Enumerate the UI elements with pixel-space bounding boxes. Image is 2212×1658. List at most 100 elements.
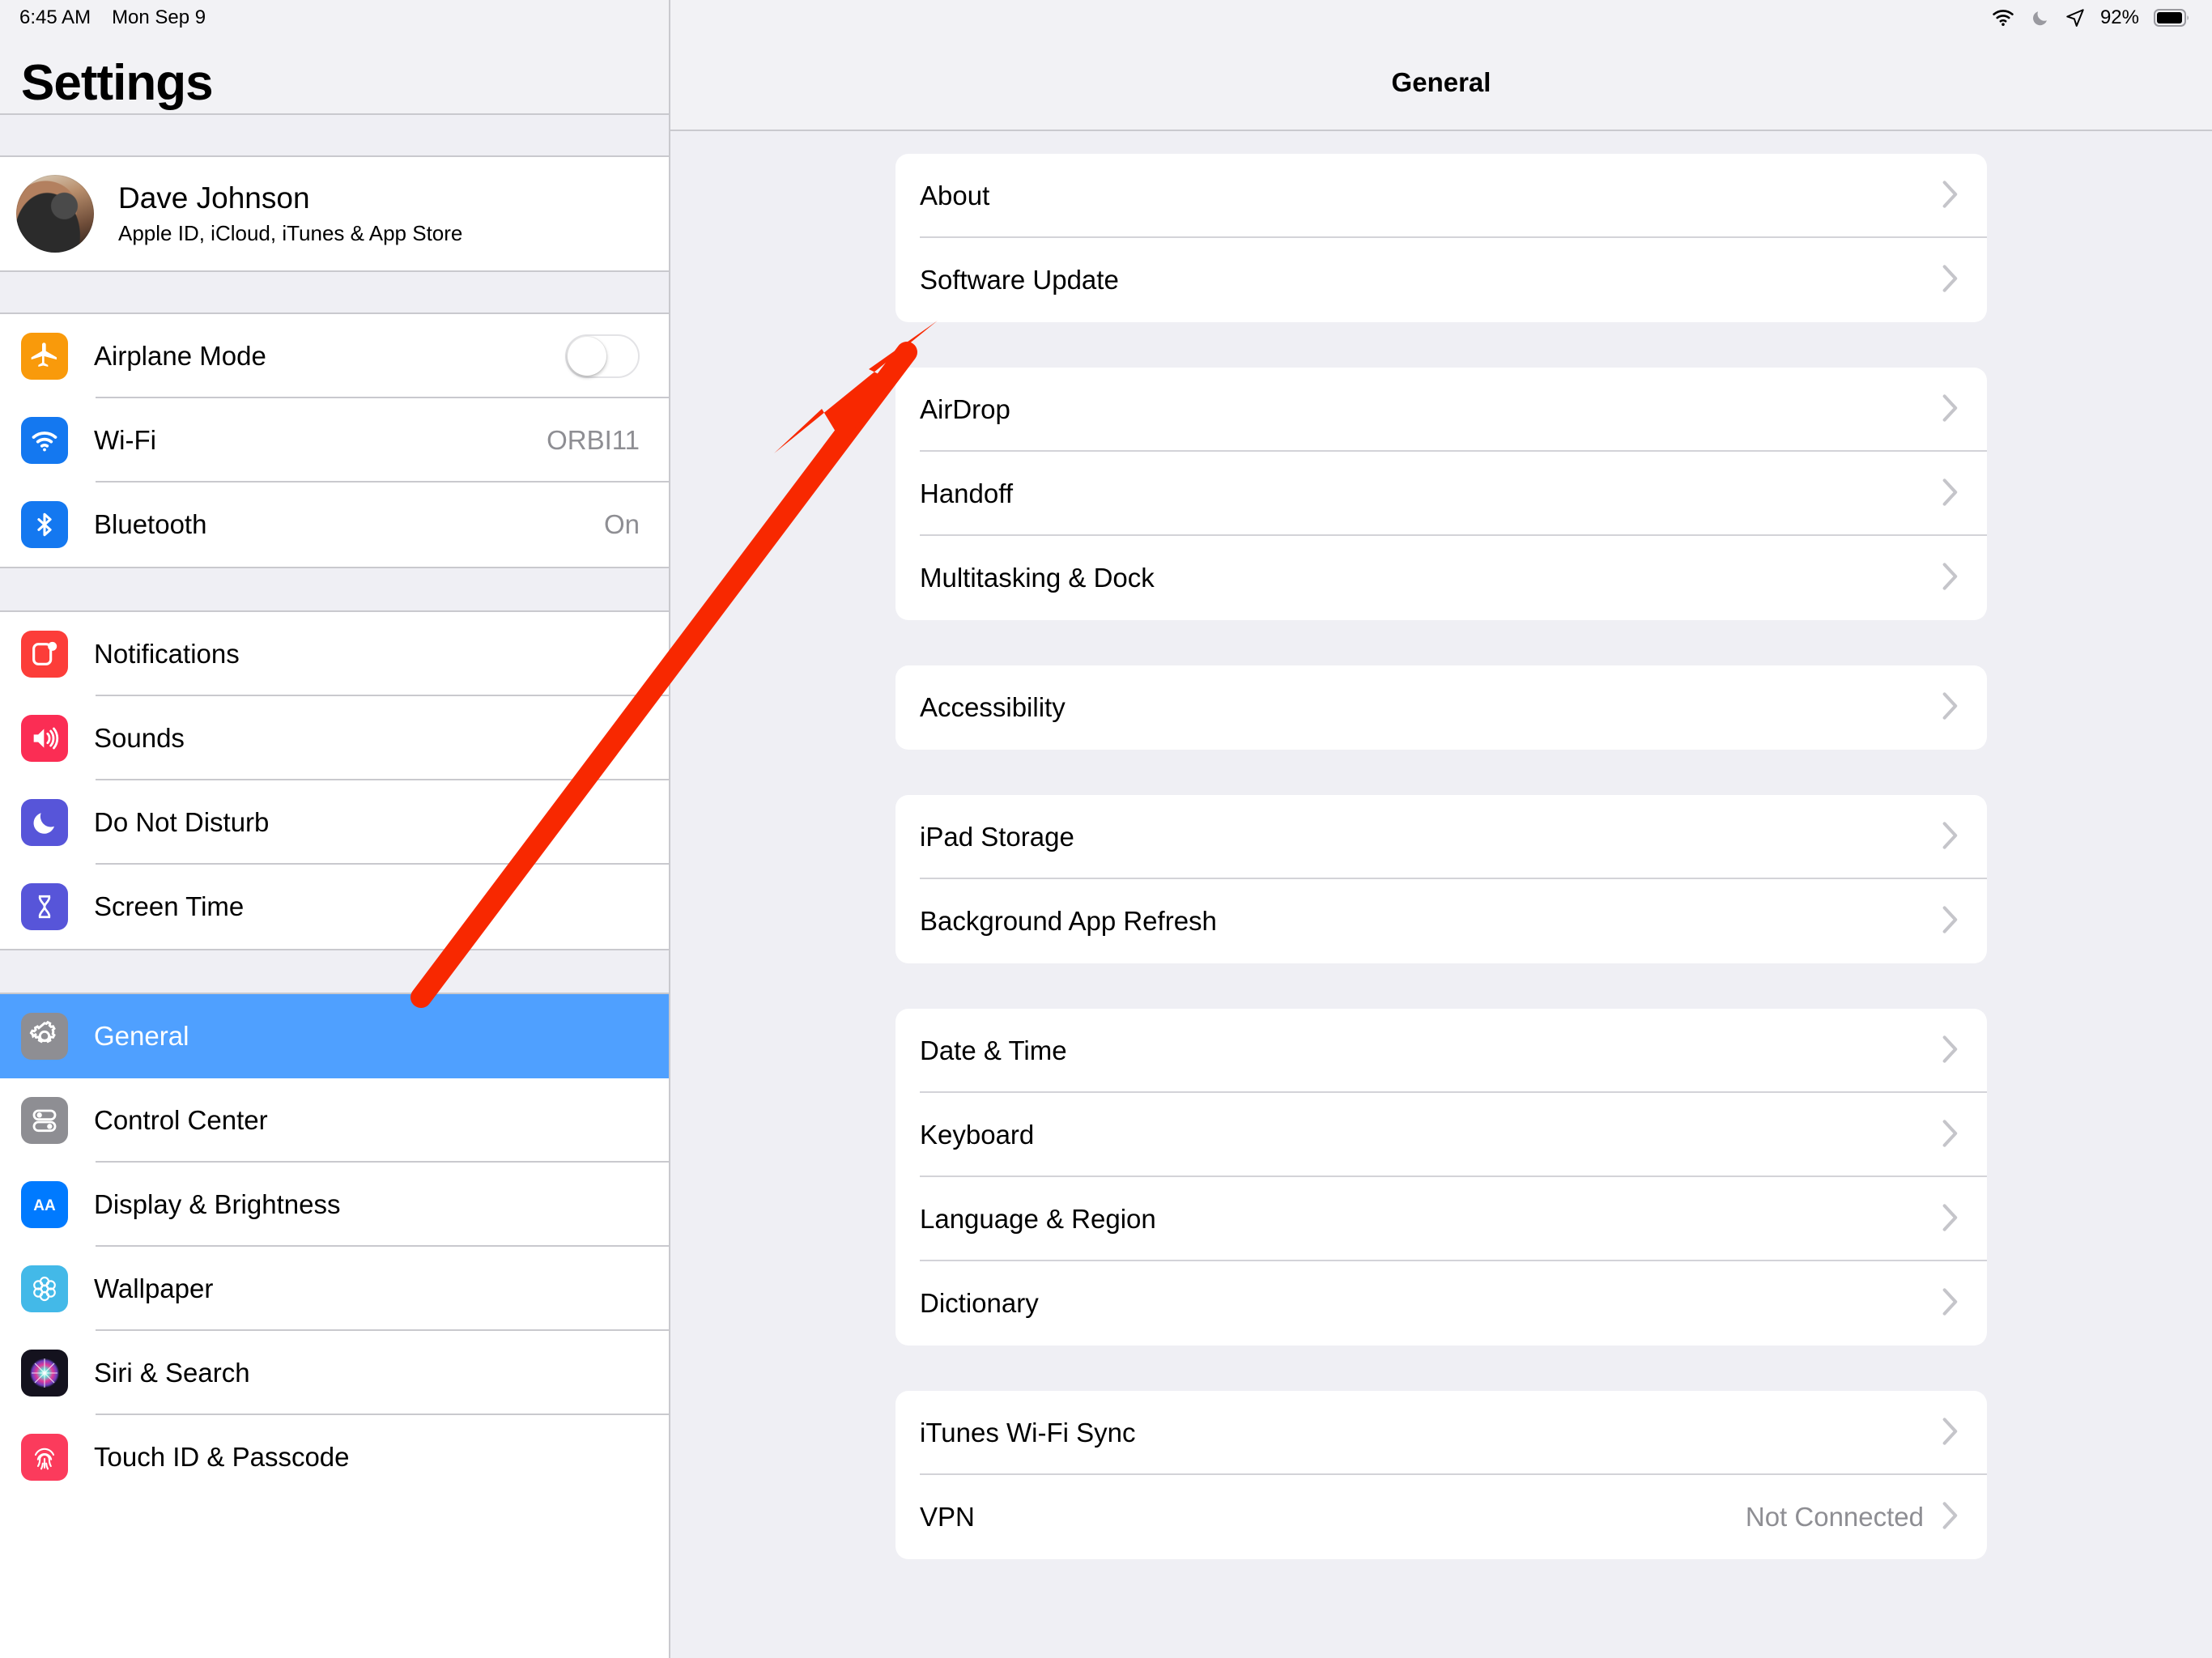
sidebar-item-general[interactable]: General	[0, 994, 669, 1078]
location-arrow-icon	[2065, 7, 2086, 28]
sidebar-item-apple-id[interactable]: Dave Johnson Apple ID, iCloud, iTunes & …	[0, 157, 669, 270]
chevron-right-icon	[1942, 263, 1959, 298]
sidebar-item-label: Display & Brightness	[94, 1189, 341, 1219]
row-language-region[interactable]: Language & Region	[895, 1177, 1987, 1261]
fingerprint-icon	[21, 1434, 68, 1481]
profile-name: Dave Johnson	[118, 181, 310, 215]
settings-group-about: About Software Update	[895, 154, 1987, 322]
chevron-right-icon	[1942, 1500, 1959, 1535]
panel-header: General	[670, 36, 2212, 131]
sidebar-item-wallpaper[interactable]: Wallpaper	[0, 1247, 669, 1331]
sidebar-item-label: Wallpaper	[94, 1273, 214, 1303]
row-accessibility[interactable]: Accessibility	[895, 665, 1987, 750]
airplane-mode-toggle[interactable]	[565, 334, 640, 378]
profile-text: Dave Johnson Apple ID, iCloud, iTunes & …	[118, 181, 462, 246]
page-title: Settings	[21, 55, 214, 111]
panel-title: General	[1391, 67, 1491, 97]
moon-icon	[2031, 7, 2050, 28]
row-about[interactable]: About	[895, 154, 1987, 238]
row-label: Keyboard	[920, 1120, 1035, 1150]
chevron-right-icon	[1942, 820, 1959, 855]
sidebar-item-touch-id-passcode[interactable]: Touch ID & Passcode	[0, 1415, 669, 1499]
sidebar-item-screen-time[interactable]: Screen Time	[0, 865, 669, 949]
sidebar-item-label: Do Not Disturb	[94, 807, 270, 837]
notifications-icon	[21, 631, 68, 678]
bluetooth-status-value: On	[603, 509, 640, 539]
sidebar-item-label: Notifications	[94, 639, 240, 669]
row-ipad-storage[interactable]: iPad Storage	[895, 795, 1987, 879]
status-bar-left: 6:45 AM Mon Sep 9	[0, 0, 669, 36]
chevron-right-icon	[1942, 561, 1959, 596]
sidebar-item-label: Bluetooth	[94, 509, 207, 539]
avatar	[16, 175, 94, 253]
settings-sidebar: 6:45 AM Mon Sep 9 Settings Dave Johnson …	[0, 0, 670, 1658]
chevron-right-icon	[1942, 1416, 1959, 1451]
sidebar-gap-3	[0, 949, 669, 994]
sidebar-item-wifi[interactable]: Wi-Fi ORBI11	[0, 398, 669, 483]
status-bar-time: 6:45 AM	[19, 6, 91, 28]
sidebar-group-notifications: Notifications Sounds Do Not Disturb Scre…	[0, 612, 669, 949]
sidebar-item-siri-search[interactable]: Siri & Search	[0, 1331, 669, 1415]
row-airdrop[interactable]: AirDrop	[895, 368, 1987, 452]
moon-icon	[21, 799, 68, 846]
profile-subtitle: Apple ID, iCloud, iTunes & App Store	[118, 220, 463, 245]
sidebar-item-label: Siri & Search	[94, 1358, 250, 1388]
wifi-network-value: ORBI11	[547, 425, 640, 455]
row-itunes-wifi-sync[interactable]: iTunes Wi-Fi Sync	[895, 1391, 1987, 1475]
row-label: Accessibility	[920, 692, 1066, 722]
chevron-right-icon	[1942, 393, 1959, 427]
row-label: Dictionary	[920, 1288, 1039, 1318]
sidebar-item-label: Touch ID & Passcode	[94, 1442, 350, 1472]
row-dictionary[interactable]: Dictionary	[895, 1261, 1987, 1346]
wifi-icon	[1990, 8, 2016, 28]
chevron-right-icon	[1942, 179, 1959, 214]
battery-icon	[2154, 8, 2191, 28]
row-label: AirDrop	[920, 394, 1010, 424]
settings-group-accessibility: Accessibility	[895, 665, 1987, 750]
row-label: Date & Time	[920, 1035, 1067, 1065]
sidebar-gap-1	[0, 270, 669, 314]
row-background-app-refresh[interactable]: Background App Refresh	[895, 879, 1987, 963]
sidebar-item-control-center[interactable]: Control Center	[0, 1078, 669, 1163]
siri-icon	[21, 1350, 68, 1397]
sidebar-gap-top	[0, 113, 669, 157]
row-multitasking-dock[interactable]: Multitasking & Dock	[895, 536, 1987, 620]
sidebar-item-label: Control Center	[94, 1105, 268, 1135]
sidebar-item-label: Sounds	[94, 723, 185, 753]
sidebar-item-bluetooth[interactable]: Bluetooth On	[0, 483, 669, 567]
sidebar-item-label: Wi-Fi	[94, 425, 156, 455]
row-keyboard[interactable]: Keyboard	[895, 1093, 1987, 1177]
row-label: Language & Region	[920, 1204, 1156, 1234]
row-handoff[interactable]: Handoff	[895, 452, 1987, 536]
wallpaper-icon	[21, 1265, 68, 1312]
sidebar-item-label: Screen Time	[94, 891, 245, 921]
sounds-icon	[21, 715, 68, 762]
vpn-status-value: Not Connected	[1745, 1502, 1924, 1532]
sidebar-group-connectivity: Airplane Mode Wi-Fi ORBI11 Bluetooth On	[0, 314, 669, 567]
chevron-right-icon	[1942, 1286, 1959, 1321]
sidebar-item-sounds[interactable]: Sounds	[0, 696, 669, 780]
settings-list[interactable]: About Software Update AirDrop Handoff Mu…	[670, 131, 2212, 1559]
sidebar-item-display-brightness[interactable]: AA Display & Brightness	[0, 1163, 669, 1247]
row-vpn[interactable]: VPN Not Connected	[895, 1475, 1987, 1559]
chevron-right-icon	[1942, 1118, 1959, 1153]
row-label: iPad Storage	[920, 822, 1074, 852]
chevron-right-icon	[1942, 904, 1959, 939]
wifi-icon	[21, 417, 68, 464]
row-label: Handoff	[920, 478, 1013, 508]
settings-title-container: Settings	[0, 36, 669, 113]
general-settings-panel: 92% General About Software Update AirDro…	[670, 0, 2212, 1658]
sidebar-item-airplane-mode[interactable]: Airplane Mode	[0, 314, 669, 398]
airplane-icon	[21, 333, 68, 380]
row-software-update[interactable]: Software Update	[895, 238, 1987, 322]
sidebar-gap-2	[0, 567, 669, 612]
row-label: Background App Refresh	[920, 906, 1217, 936]
row-date-time[interactable]: Date & Time	[895, 1009, 1987, 1093]
settings-group-sync: iTunes Wi-Fi Sync VPN Not Connected	[895, 1391, 1987, 1559]
sidebar-item-do-not-disturb[interactable]: Do Not Disturb	[0, 780, 669, 865]
settings-group-connectivity: AirDrop Handoff Multitasking & Dock	[895, 368, 1987, 620]
gear-icon	[21, 1013, 68, 1060]
sidebar-item-notifications[interactable]: Notifications	[0, 612, 669, 696]
row-label: Software Update	[920, 265, 1119, 295]
sidebar-item-label: General	[94, 1021, 189, 1051]
